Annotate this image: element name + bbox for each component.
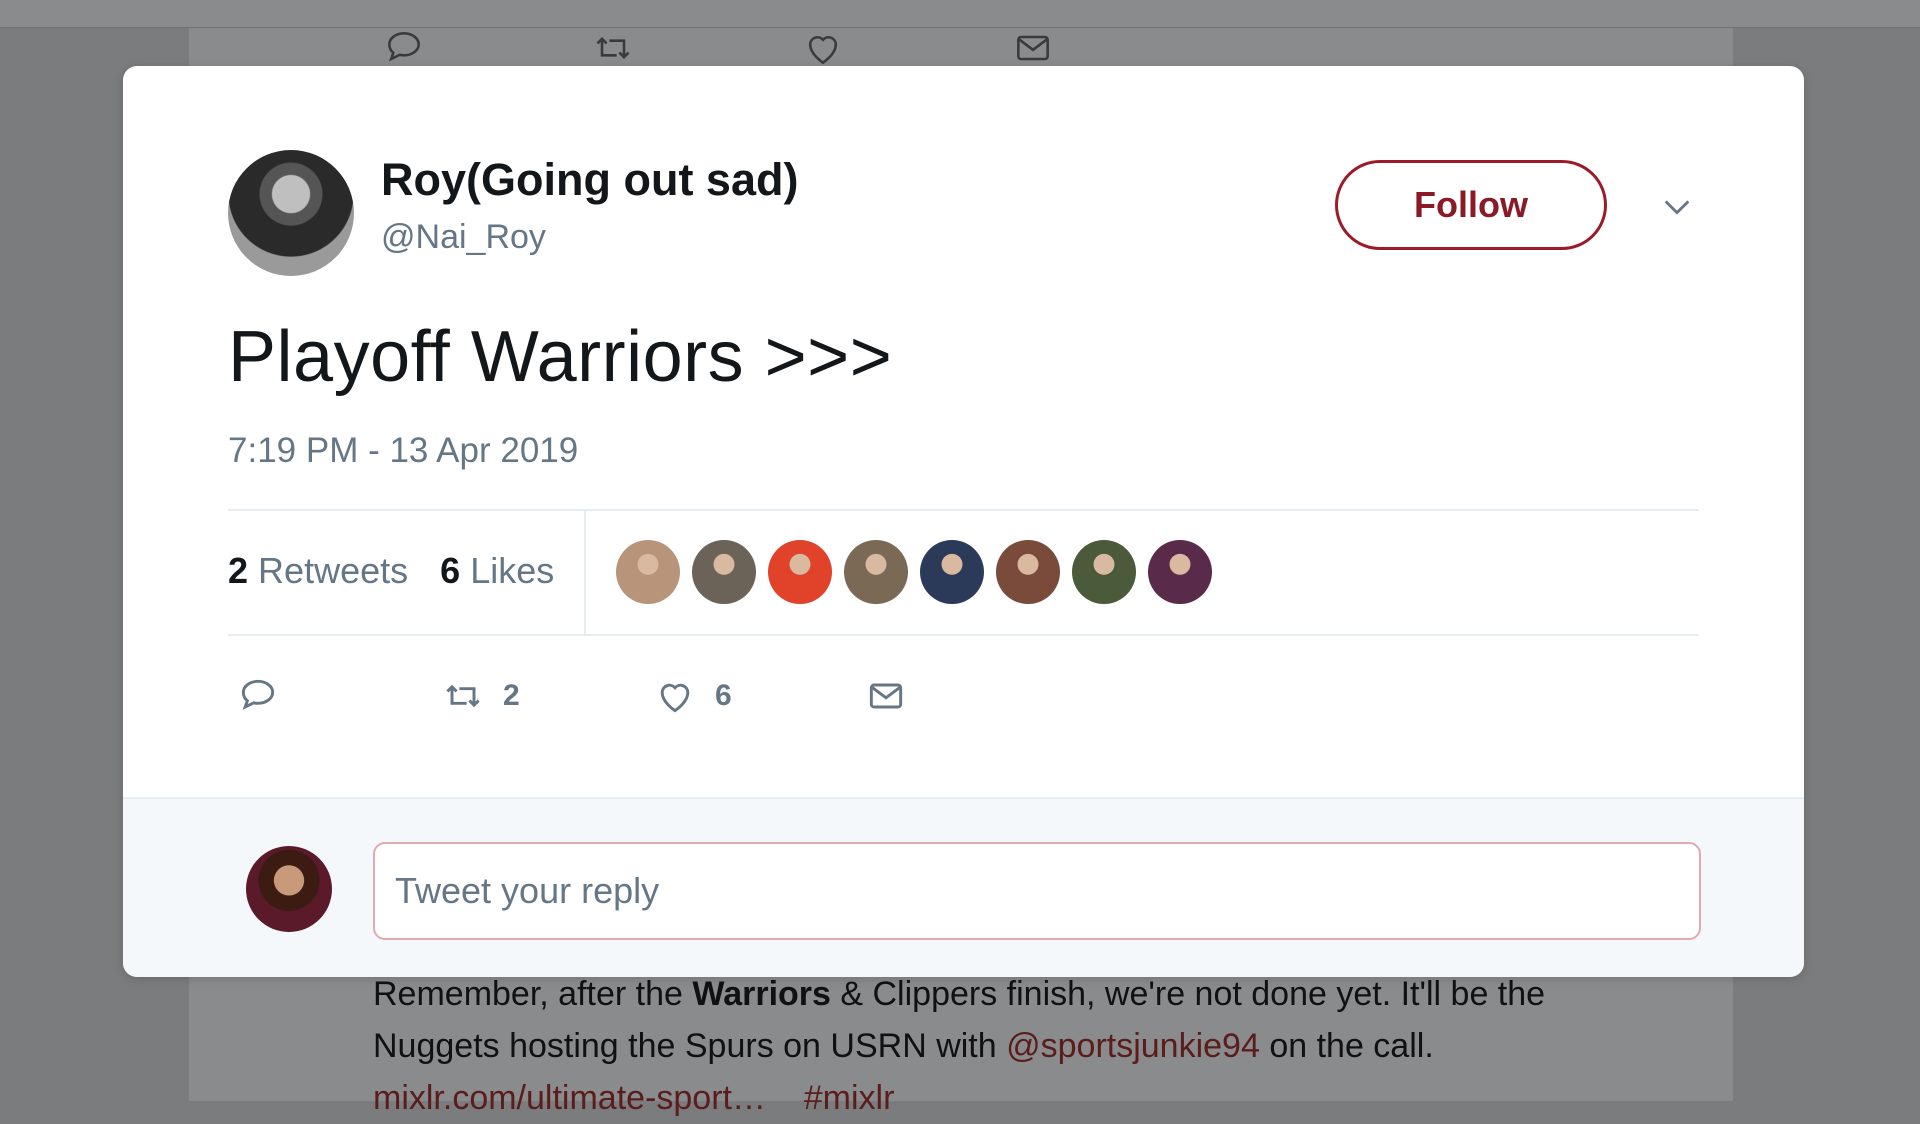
tweet-stats: 2 Retweets 6 Likes [228,550,576,592]
retweets-stat[interactable]: 2 Retweets [228,550,408,592]
divider [584,511,586,636]
url-link[interactable]: mixlr.com/ultimate-sport… [373,1079,766,1117]
likes-stat[interactable]: 6 Likes [440,550,554,592]
envelope-icon [869,683,903,709]
text: Nuggets hosting the Spurs on USRN with [373,1027,1007,1065]
liker-avatar[interactable] [1072,540,1136,604]
likes-label: Likes [470,550,555,591]
tweet-text: Playoff Warriors >>> [228,317,893,397]
background-tweet-actions [189,26,1089,66]
liker-avatar[interactable] [692,540,756,604]
current-user-avatar[interactable] [246,846,332,932]
retweet-icon[interactable] [591,26,635,70]
direct-message-action[interactable] [864,666,908,726]
author-handle[interactable]: @Nai_Roy [381,218,546,257]
retweet-action-count: 2 [503,679,520,712]
text: on the call. [1259,1027,1434,1065]
message-icon[interactable] [1011,26,1055,70]
like-action[interactable]: 6 [653,666,732,726]
text: Remember, after the [373,975,693,1013]
reply-icon[interactable] [382,26,426,70]
retweets-label: Retweets [258,550,409,591]
mention-link[interactable]: @sportsjunkie94 [1006,1027,1260,1065]
reply-icon [241,679,275,710]
liker-avatar[interactable] [616,540,680,604]
reply-action[interactable] [236,666,280,726]
retweet-icon [446,684,480,708]
follow-button[interactable]: Follow [1335,160,1607,250]
text-bold: Warriors [692,975,831,1013]
reply-input[interactable] [373,842,1701,940]
liker-avatar[interactable] [768,540,832,604]
like-action-count: 6 [715,679,732,712]
background-top-bar [0,0,1920,28]
author-avatar[interactable] [228,150,354,276]
tweet-modal: Roy(Going out sad) @Nai_Roy Follow Playo… [123,66,1804,977]
chevron-down-icon[interactable] [1660,190,1694,224]
liker-avatar[interactable] [844,540,908,604]
tweet-timestamp[interactable]: 7:19 PM - 13 Apr 2019 [228,431,578,471]
retweet-action[interactable]: 2 [441,666,520,726]
heart-icon[interactable] [801,26,845,70]
liker-avatar[interactable] [996,540,1060,604]
liker-avatar[interactable] [920,540,984,604]
text: & Clippers finish, we're not done yet. I… [830,975,1546,1013]
author-name[interactable]: Roy(Going out sad) [381,154,798,206]
liker-avatar[interactable] [1148,540,1212,604]
like-count: 6 [440,550,461,591]
heart-icon [660,683,690,713]
retweet-count: 2 [228,550,249,591]
hashtag-link[interactable]: #mixlr [804,1079,895,1117]
divider [228,509,1699,511]
divider [228,634,1699,636]
reply-section [123,797,1804,977]
